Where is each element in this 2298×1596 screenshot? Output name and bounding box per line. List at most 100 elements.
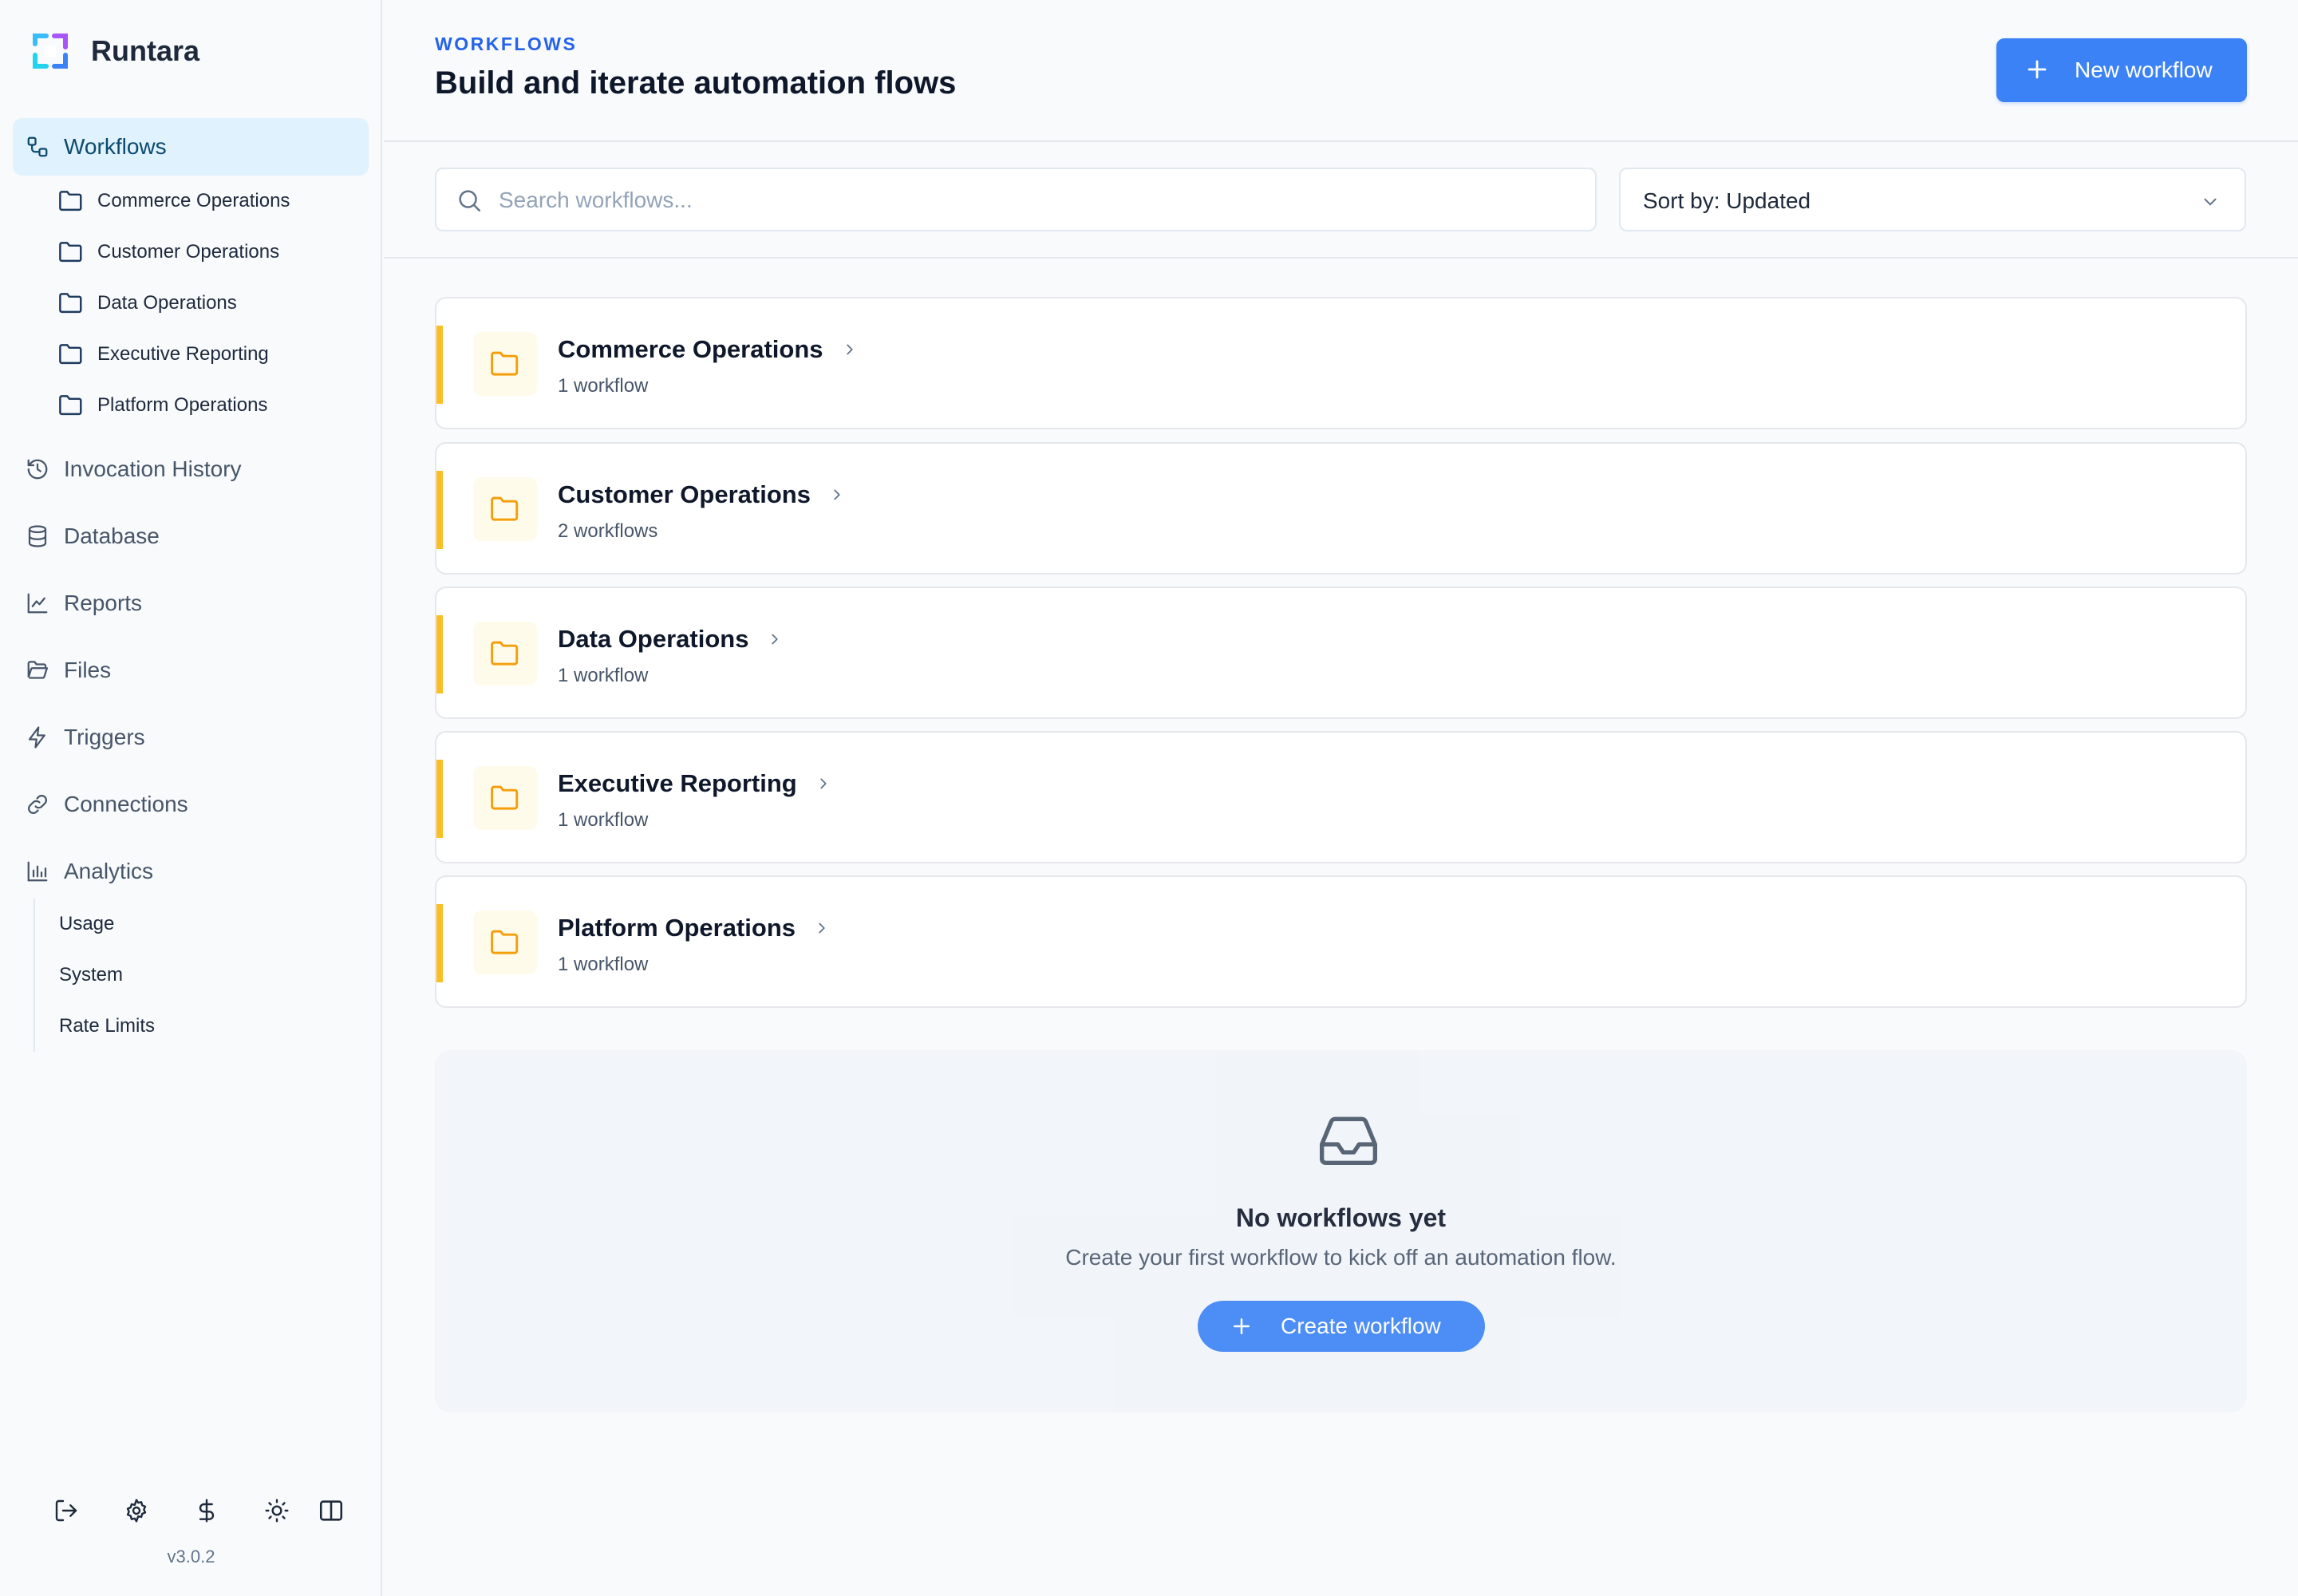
workflow-icon [27, 136, 48, 157]
workflow-folders-nav: Commerce Operations Customer Operations … [0, 176, 382, 431]
sidebar-item-connections[interactable]: Connections [0, 771, 382, 838]
folder-icon-box [473, 477, 537, 541]
folder-icon [491, 930, 519, 954]
folder-accent-bar [436, 760, 443, 838]
dollar-icon [199, 1499, 215, 1523]
sidebar-item-analytics[interactable]: Analytics [0, 838, 382, 905]
panel-toggle-icon [319, 1500, 343, 1521]
plus-icon [2028, 60, 2047, 79]
folder-icon [491, 785, 519, 810]
page-header: WORKFLOWS Build and iterate automation f… [384, 0, 2298, 142]
folder-title: Customer Operations [558, 480, 846, 509]
folder-card-executive-reporting[interactable]: Executive Reporting 1 workflow [435, 731, 2247, 863]
folder-icon [59, 293, 82, 314]
sidebar-subitem-usage[interactable]: Usage [35, 899, 353, 950]
folder-open-icon [27, 661, 48, 679]
chevron-down-icon [2204, 198, 2217, 206]
sidebar-item-invocation-history[interactable]: Invocation History [0, 436, 382, 503]
folder-title: Data Operations [558, 625, 784, 654]
empty-state-title: No workflows yet [1235, 1203, 1447, 1232]
create-workflow-button[interactable]: Create workflow [1198, 1301, 1485, 1352]
logout-icon [55, 1499, 77, 1522]
sidebar-item-label: Reports [64, 591, 143, 615]
page-title: Build and iterate automation flows [435, 65, 957, 101]
sort-select[interactable]: Sort by: Updated [1619, 168, 2246, 231]
line-chart-icon [27, 593, 48, 614]
main-content: WORKFLOWS Build and iterate automation f… [384, 0, 2298, 1596]
folder-name: Executive Reporting [558, 769, 797, 797]
sidebar-folder-commerce-operations[interactable]: Commerce Operations [0, 176, 382, 227]
folder-icon [491, 351, 519, 376]
sidebar-item-reports[interactable]: Reports [0, 570, 382, 637]
logout-button[interactable] [48, 1492, 85, 1529]
sidebar-nav: Invocation History Database Reports File… [0, 436, 382, 905]
folder-icon [491, 496, 519, 521]
link-icon [27, 794, 48, 815]
settings-button[interactable] [118, 1492, 155, 1529]
folder-icon-box [473, 332, 537, 396]
folder-name: Commerce Operations [558, 335, 823, 363]
sidebar-folder-customer-operations[interactable]: Customer Operations [0, 227, 382, 278]
sidebar-folder-label: Commerce Operations [97, 190, 290, 211]
folder-title: Platform Operations [558, 914, 831, 942]
toolbar: Sort by: Updated [384, 144, 2298, 259]
history-icon [27, 459, 48, 480]
folder-icon [491, 641, 519, 666]
sidebar-item-label: Database [64, 523, 160, 548]
sidebar-subitem-system[interactable]: System [35, 950, 353, 1001]
plus-icon [1234, 1318, 1250, 1334]
folder-icon [59, 191, 82, 211]
inbox-icon [1320, 1116, 1377, 1165]
app-name: Runtara [91, 34, 200, 67]
sidebar-item-workflows[interactable]: Workflows [13, 118, 369, 176]
new-workflow-label: New workflow [2075, 57, 2213, 82]
folder-card-data-operations[interactable]: Data Operations 1 workflow [435, 587, 2247, 719]
folder-icon-box [473, 911, 537, 974]
folder-icon [59, 395, 82, 416]
folder-title: Executive Reporting [558, 769, 832, 798]
folder-card-platform-operations[interactable]: Platform Operations 1 workflow [435, 875, 2247, 1008]
folder-count: 2 workflows [558, 520, 658, 542]
sidebar-item-files[interactable]: Files [0, 637, 382, 704]
folder-count: 1 workflow [558, 954, 649, 975]
brand[interactable]: Runtara [32, 32, 199, 70]
database-icon [28, 525, 47, 547]
sidebar-item-database[interactable]: Database [0, 503, 382, 570]
folder-card-customer-operations[interactable]: Customer Operations 2 workflows [435, 442, 2247, 575]
folder-name: Platform Operations [558, 914, 796, 942]
folder-count: 1 workflow [558, 375, 649, 397]
sidebar-folder-data-operations[interactable]: Data Operations [0, 278, 382, 329]
sidebar-item-label: Files [64, 658, 112, 682]
folder-icon [59, 344, 82, 365]
sidebar-item-triggers[interactable]: Triggers [0, 704, 382, 771]
billing-button[interactable] [188, 1492, 225, 1529]
folder-icon [59, 242, 82, 263]
folder-name: Data Operations [558, 625, 749, 653]
bar-chart-icon [27, 861, 48, 882]
search-icon [459, 190, 481, 212]
theme-toggle-button[interactable] [259, 1492, 295, 1529]
sidebar-collapse-button[interactable] [313, 1492, 349, 1529]
settings-icon [126, 1499, 147, 1523]
folder-accent-bar [436, 471, 443, 549]
create-workflow-label: Create workflow [1281, 1314, 1441, 1338]
sidebar-item-label: Analytics [64, 859, 154, 883]
sidebar-folder-label: Executive Reporting [97, 343, 269, 365]
sidebar-subitem-rate-limits[interactable]: Rate Limits [35, 1001, 353, 1052]
sidebar-folder-executive-reporting[interactable]: Executive Reporting [0, 329, 382, 380]
chevron-right-icon [834, 489, 840, 500]
folder-icon-box [473, 766, 537, 830]
analytics-subnav: Usage System Rate Limits [34, 899, 353, 1052]
sun-icon [265, 1499, 289, 1523]
chevron-right-icon [772, 634, 779, 645]
sidebar-folder-platform-operations[interactable]: Platform Operations [0, 380, 382, 431]
search-input[interactable] [499, 182, 1568, 219]
new-workflow-button[interactable]: New workflow [1996, 38, 2247, 102]
folder-card-commerce-operations[interactable]: Commerce Operations 1 workflow [435, 297, 2247, 429]
sidebar-folder-label: Platform Operations [97, 394, 268, 416]
search-box [435, 168, 1597, 231]
runtara-logo-icon [33, 34, 68, 69]
empty-state: No workflows yet Create your first workf… [435, 1050, 2247, 1412]
lightning-icon [28, 726, 45, 749]
chevron-right-icon [846, 344, 853, 355]
